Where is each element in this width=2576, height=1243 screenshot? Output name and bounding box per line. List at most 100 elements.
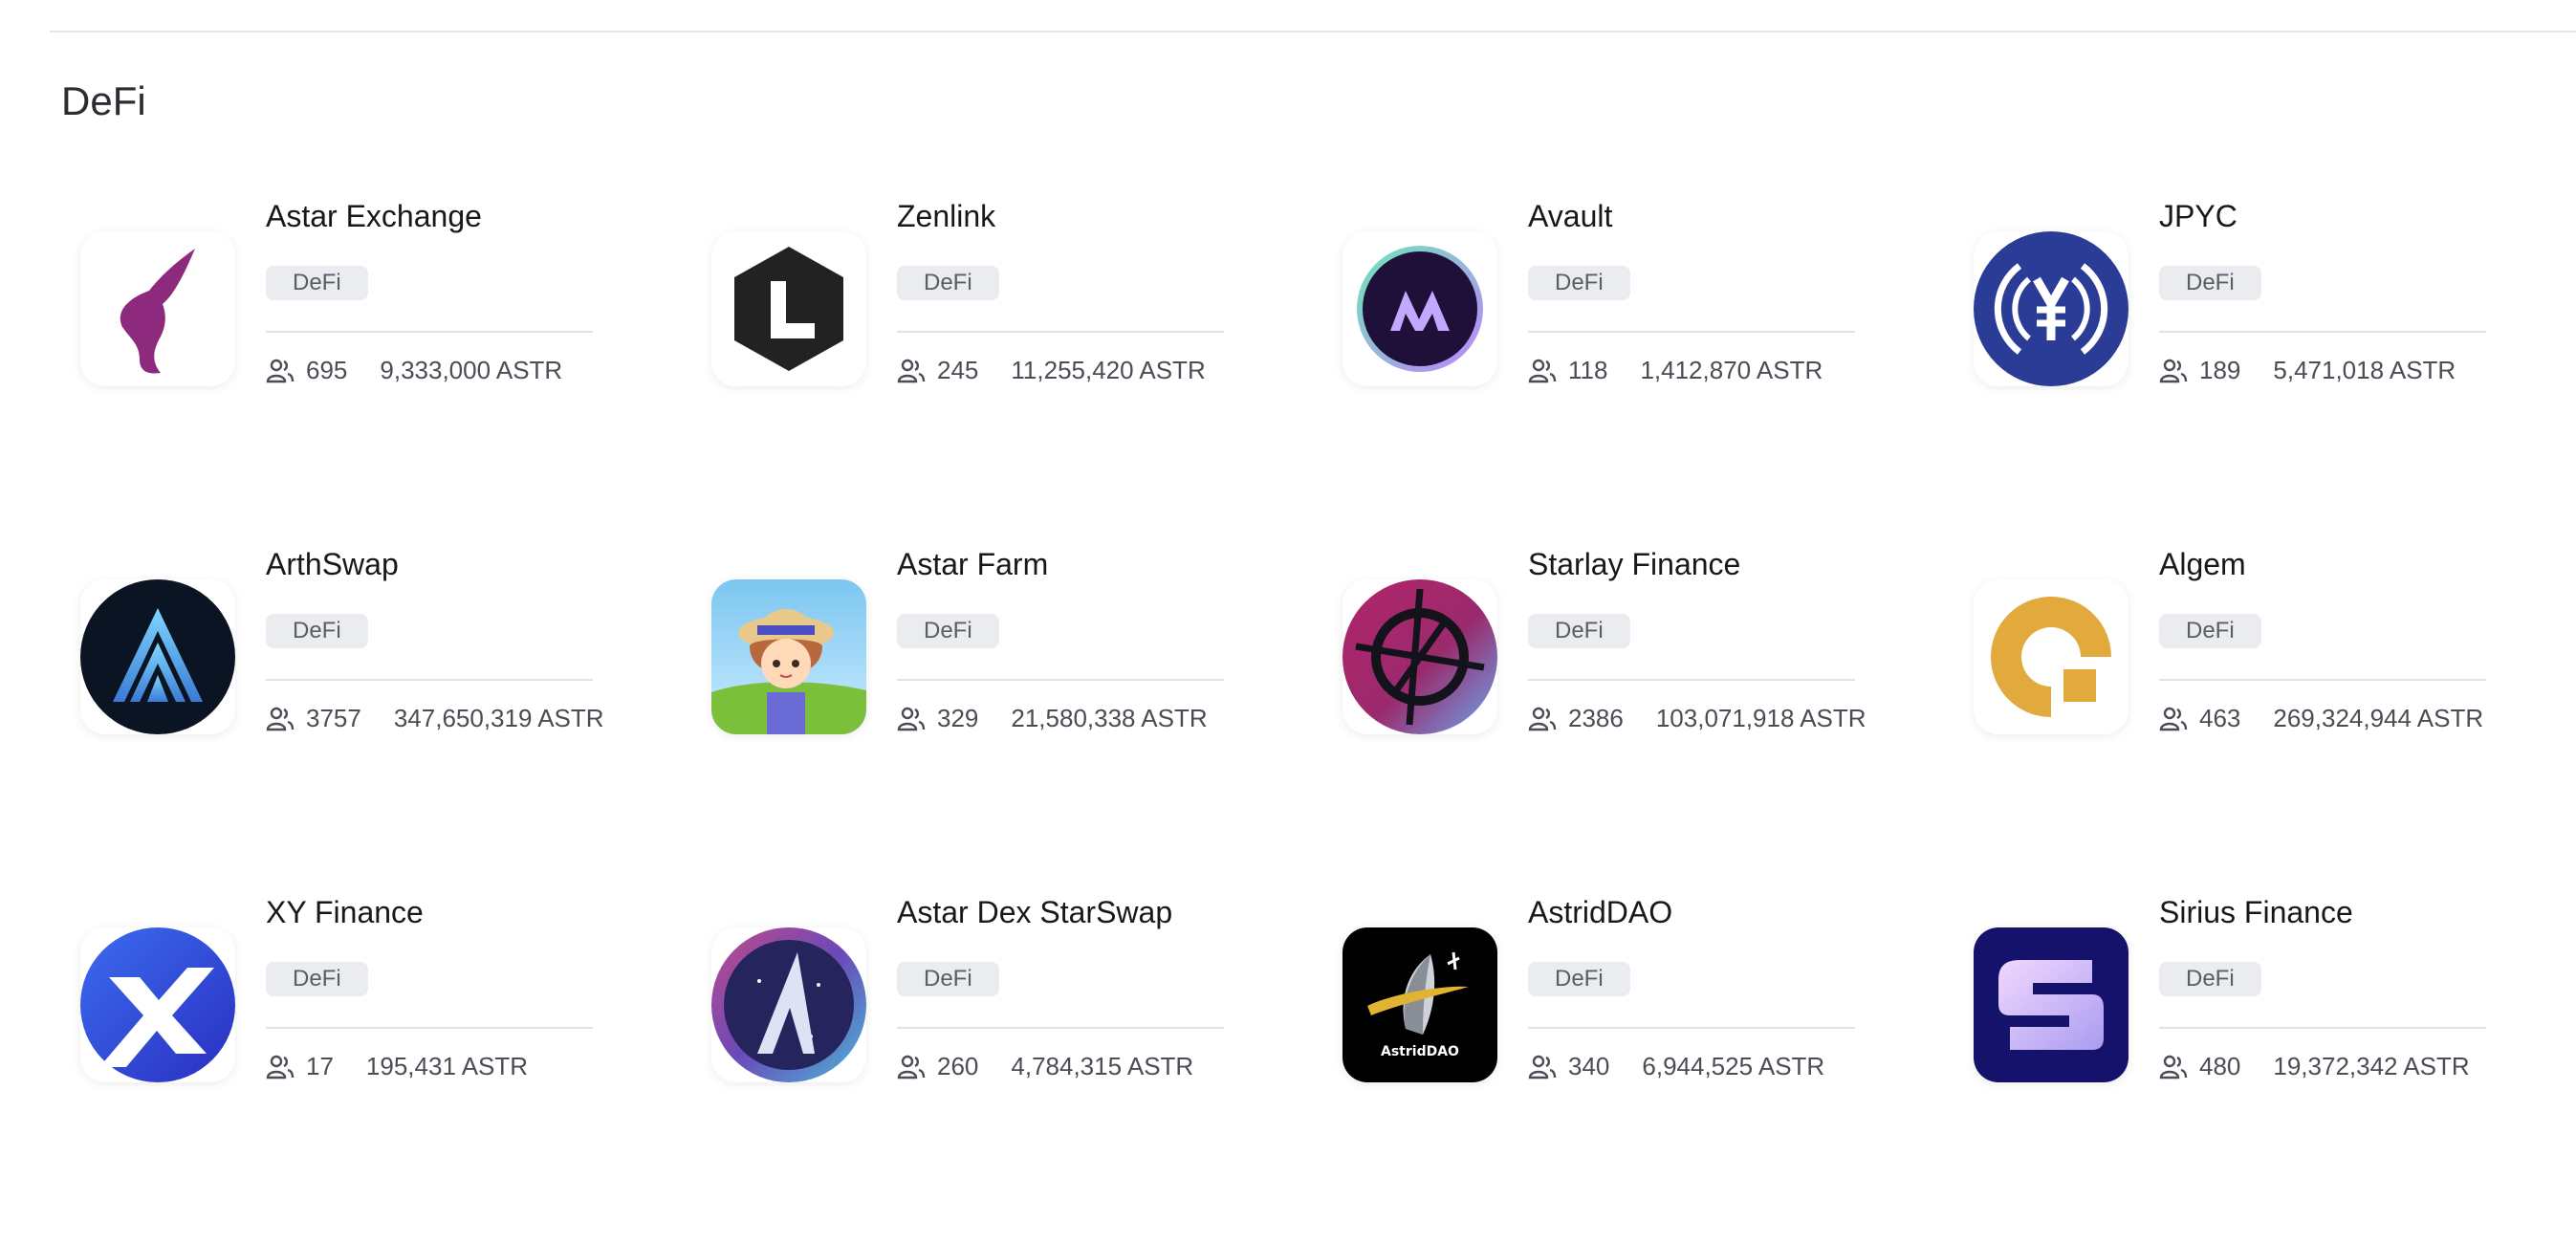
avault-logo-icon <box>1343 231 1497 386</box>
category-tag: DeFi <box>897 614 999 648</box>
dapp-name: Avault <box>1528 199 1613 233</box>
category-tag: DeFi <box>266 266 368 300</box>
dapp-name: Astar Farm <box>897 547 1049 581</box>
users-icon <box>2159 359 2188 383</box>
dapp-stats: 340 6,944,525 ASTR <box>1528 1052 1824 1081</box>
dapp-name: Sirius Finance <box>2159 895 2353 929</box>
user-count: 463 <box>2199 704 2241 732</box>
dapp-name: AstridDAO <box>1528 895 1673 929</box>
stake-amount: 269,324,944 ASTR <box>2273 704 2484 732</box>
category-tag: DeFi <box>2159 614 2261 648</box>
user-count: 2386 <box>1568 704 1624 732</box>
card-divider <box>2159 331 2486 333</box>
users-icon <box>2159 1055 2188 1079</box>
dapp-name: Astar Dex StarSwap <box>897 895 1173 929</box>
stake-amount: 19,372,342 ASTR <box>2273 1052 2470 1080</box>
dapp-name: XY Finance <box>266 895 424 929</box>
category-tag: DeFi <box>897 266 999 300</box>
user-count: 189 <box>2199 356 2241 384</box>
users-icon <box>897 359 926 383</box>
dapp-card-sirius-finance[interactable]: Sirius Finance DeFi 480 19,372,342 ASTR <box>1974 895 2576 1243</box>
dapp-stats: 189 5,471,018 ASTR <box>2159 356 2456 385</box>
dapp-card-zenlink[interactable]: Zenlink DeFi 245 11,255,420 ASTR <box>711 199 1343 547</box>
dapp-card-astar-dex-starswap[interactable]: Astar Dex StarSwap DeFi 260 4,784,315 AS… <box>711 895 1343 1243</box>
dapp-card-xy-finance[interactable]: XY Finance DeFi 17 195,431 ASTR <box>80 895 711 1243</box>
dapp-name: Starlay Finance <box>1528 547 1741 581</box>
user-count: 17 <box>306 1052 334 1080</box>
dapp-grid: Astar Exchange DeFi 695 9,333,000 ASTR Z… <box>80 199 2528 1243</box>
top-divider <box>50 31 2576 33</box>
dapp-card-astar-farm[interactable]: Astar Farm DeFi 329 21,580,338 ASTR <box>711 547 1343 895</box>
user-count: 695 <box>306 356 348 384</box>
user-count: 260 <box>937 1052 979 1080</box>
category-tag: DeFi <box>1528 962 1630 996</box>
stake-amount: 103,071,918 ASTR <box>1655 704 1867 732</box>
stake-amount: 9,333,000 ASTR <box>380 356 563 384</box>
category-tag: DeFi <box>266 962 368 996</box>
section-title: DeFi <box>61 78 146 123</box>
yen-coin-logo-icon <box>1974 231 2128 386</box>
dapp-stats: 463 269,324,944 ASTR <box>2159 704 2483 733</box>
users-icon <box>897 1055 926 1079</box>
arthswap-logo-icon <box>80 579 235 734</box>
user-count: 329 <box>937 704 979 732</box>
dapp-name: Zenlink <box>897 199 996 233</box>
card-divider <box>1528 331 1855 333</box>
user-count: 245 <box>937 356 979 384</box>
card-divider <box>1528 679 1855 681</box>
stake-amount: 6,944,525 ASTR <box>1642 1052 1825 1080</box>
card-divider <box>266 331 593 333</box>
dapp-stats: 2386 103,071,918 ASTR <box>1528 704 1867 733</box>
users-icon <box>1528 1055 1557 1079</box>
users-icon <box>1528 707 1557 731</box>
users-icon <box>2159 707 2188 731</box>
category-tag: DeFi <box>2159 266 2261 300</box>
xy-finance-logo-icon <box>80 927 235 1082</box>
dapp-name: JPYC <box>2159 199 2238 233</box>
dapp-card-starlay-finance[interactable]: Starlay Finance DeFi 2386 103,071,918 AS… <box>1343 547 1974 895</box>
stake-amount: 195,431 ASTR <box>365 1052 529 1080</box>
card-divider <box>897 679 1224 681</box>
users-icon <box>1528 359 1557 383</box>
stake-amount: 11,255,420 ASTR <box>1011 356 1206 384</box>
astriddao-logo-icon: AstridDAO <box>1343 927 1497 1082</box>
dapp-card-astriddao[interactable]: AstridDAO AstridDAO DeFi 340 6,944,525 A… <box>1343 895 1974 1243</box>
user-count: 118 <box>1568 356 1608 384</box>
stake-amount: 347,650,319 ASTR <box>393 704 604 732</box>
category-tag: DeFi <box>1528 614 1630 648</box>
dapp-stats: 480 19,372,342 ASTR <box>2159 1052 2470 1081</box>
users-icon <box>266 707 295 731</box>
users-icon <box>897 707 926 731</box>
dapp-card-arthswap[interactable]: ArthSwap DeFi 3757 347,650,319 ASTR <box>80 547 711 895</box>
dapp-card-algem[interactable]: Algem DeFi 463 269,324,944 ASTR <box>1974 547 2576 895</box>
unicorn-logo-icon <box>80 231 235 386</box>
stake-amount: 4,784,315 ASTR <box>1011 1052 1194 1080</box>
dapp-card-avault[interactable]: Avault DeFi 118 1,412,870 ASTR <box>1343 199 1974 547</box>
dapp-name: ArthSwap <box>266 547 399 581</box>
dapp-stats: 245 11,255,420 ASTR <box>897 356 1206 385</box>
category-tag: DeFi <box>2159 962 2261 996</box>
card-divider <box>266 679 593 681</box>
dapp-stats: 260 4,784,315 ASTR <box>897 1052 1193 1081</box>
users-icon <box>266 359 295 383</box>
logo-wordmark: AstridDAO <box>1381 1044 1459 1059</box>
dapp-stats: 3757 347,650,319 ASTR <box>266 704 604 733</box>
card-divider <box>897 1027 1224 1029</box>
card-divider <box>2159 1027 2486 1029</box>
card-divider <box>1528 1027 1855 1029</box>
card-divider <box>266 1027 593 1029</box>
dapp-card-jpyc[interactable]: JPYC DeFi 189 5,471,018 ASTR <box>1974 199 2576 547</box>
sirius-logo-icon <box>1974 927 2128 1082</box>
dapp-stats: 17 195,431 ASTR <box>266 1052 528 1081</box>
card-divider <box>2159 679 2486 681</box>
stake-amount: 21,580,338 ASTR <box>1011 704 1208 732</box>
farm-girl-logo-icon <box>711 579 866 734</box>
card-divider <box>897 331 1224 333</box>
dapp-card-astar-exchange[interactable]: Astar Exchange DeFi 695 9,333,000 ASTR <box>80 199 711 547</box>
dapp-stats: 695 9,333,000 ASTR <box>266 356 562 385</box>
dapp-name: Astar Exchange <box>266 199 482 233</box>
category-tag: DeFi <box>897 962 999 996</box>
algem-logo-icon <box>1974 579 2128 734</box>
starswap-logo-icon <box>711 927 866 1082</box>
category-tag: DeFi <box>1528 266 1630 300</box>
